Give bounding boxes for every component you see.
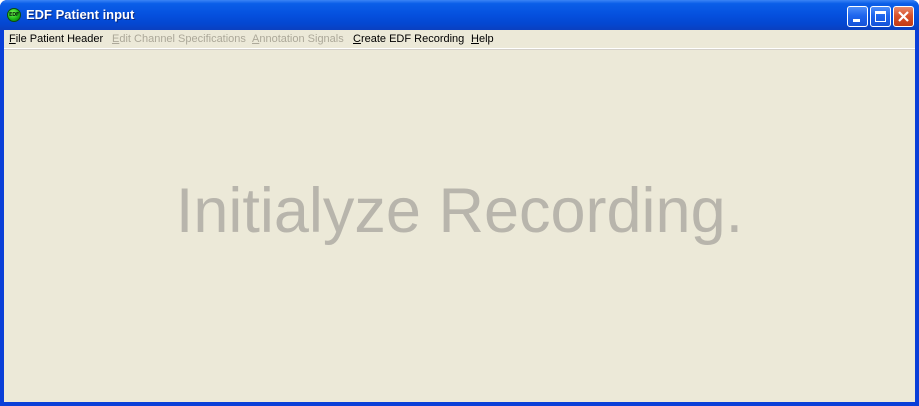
placeholder-message: Initialyze Recording. (175, 176, 744, 246)
minimize-button[interactable] (847, 6, 868, 27)
maximize-button[interactable] (870, 6, 891, 27)
menu-mnemonic: C (353, 33, 361, 45)
menu-mnemonic: F (9, 33, 16, 45)
minimize-icon (853, 19, 860, 22)
close-icon (898, 11, 909, 22)
menu-label: reate EDF Recording (360, 33, 465, 45)
app-icon-label: EDF (8, 12, 20, 18)
menu-label: nnotation Signals (259, 33, 344, 45)
menu-help[interactable]: Help (471, 32, 494, 46)
menu-label: dit Channel Specifications (119, 33, 246, 45)
menu-bar: File Patient Header Edit Channel Specifi… (4, 30, 915, 49)
menu-annotation-signals: Annotation Signals (252, 32, 344, 46)
close-button[interactable] (893, 6, 914, 27)
title-bar[interactable]: EDF EDF Patient input (0, 0, 919, 30)
menu-edit-channel-specifications: Edit Channel Specifications (112, 32, 246, 46)
maximize-icon (875, 11, 886, 22)
client-area: File Patient Header Edit Channel Specifi… (4, 30, 915, 402)
window-title: EDF Patient input (26, 7, 135, 22)
menu-create-edf-recording[interactable]: Create EDF Recording (353, 32, 464, 46)
app-window: EDF EDF Patient input File Patient Heade… (0, 0, 919, 406)
menu-label: elp (478, 33, 494, 45)
edf-app-icon[interactable]: EDF (7, 8, 21, 22)
menu-file-patient-header[interactable]: File Patient Header (9, 32, 103, 46)
menu-label: ile Patient Header (15, 33, 104, 45)
menu-mnemonic: H (471, 33, 479, 45)
